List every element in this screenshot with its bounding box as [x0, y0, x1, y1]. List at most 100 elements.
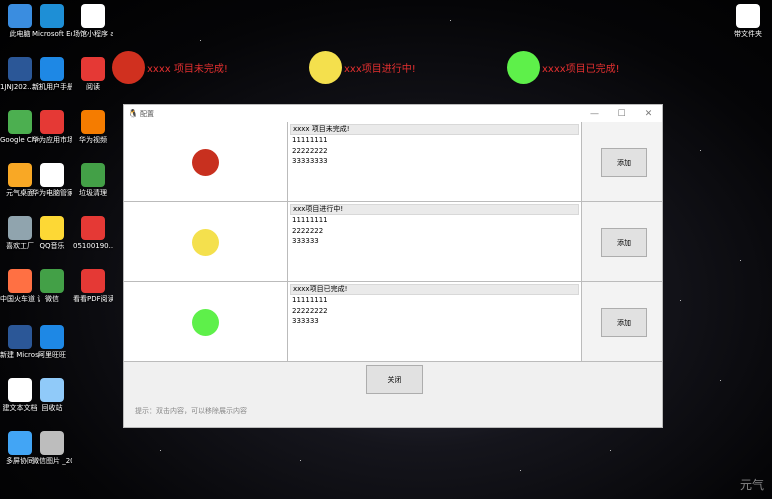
list-item[interactable]: 333333: [288, 236, 581, 247]
status-cell: [124, 202, 288, 282]
dialog-titlebar[interactable]: 🐧 配置 — ☐ ✕: [124, 105, 662, 122]
book-icon: [40, 57, 64, 81]
red-status-dot: [112, 51, 145, 84]
list-item[interactable]: 2222222: [288, 226, 581, 237]
status-indicator-green: [192, 309, 219, 336]
pdf-icon: [81, 216, 105, 240]
watermark: 元气: [739, 478, 764, 492]
list-header: xxx项目进行中!: [290, 204, 579, 215]
legend-done: xxxx项目已完成!: [507, 51, 620, 84]
content-list[interactable]: xxxx 项目未完成! 11111111 22222222 33333333: [288, 122, 582, 202]
photo-icon: [40, 431, 64, 455]
desktop-icon-label: 微信: [45, 295, 59, 303]
add-button[interactable]: 添加: [601, 228, 647, 257]
desktop-icon-label: QQ音乐: [39, 242, 65, 250]
desktop-icon[interactable]: 华为电脑管家: [32, 163, 72, 198]
computer-icon: [8, 4, 32, 28]
word-icon: [8, 57, 32, 81]
status-row-done: xxxx项目已完成! 11111111 22222222 333333 添加: [124, 282, 662, 362]
close-button[interactable]: 关闭: [366, 365, 423, 394]
desktop-icon-label: 阅读: [86, 83, 100, 91]
list-item[interactable]: 33333333: [288, 156, 581, 167]
action-cell: 添加: [582, 122, 662, 202]
status-cell: [124, 122, 288, 202]
green-status-dot: [507, 51, 540, 84]
add-button[interactable]: 添加: [601, 308, 647, 337]
list-header: xxxx 项目未完成!: [290, 124, 579, 135]
desktop-icon[interactable]: 新机用户手册: [32, 57, 72, 92]
desktop-icon-label: Microsoft Edge: [32, 30, 72, 38]
desktop-icon[interactable]: Microsoft Edge: [32, 4, 72, 39]
folder-cat-icon: [736, 4, 760, 28]
file-icon: [81, 4, 105, 28]
reader-icon: [81, 57, 105, 81]
desktop-icon[interactable]: 微信: [32, 269, 72, 304]
desktop-icon[interactable]: 微信图片 _2022011...: [32, 431, 72, 466]
huawei-video-icon: [81, 110, 105, 134]
pdf-reader-icon: [81, 269, 105, 293]
list-item[interactable]: 11111111: [288, 295, 581, 306]
yellow-status-dot: [309, 51, 342, 84]
desktop-icon-label: 华为视频: [79, 136, 107, 144]
status-cell: [124, 282, 288, 362]
chrome-icon: [8, 110, 32, 134]
desktop-icon-label: 05100190...: [73, 242, 113, 250]
list-item[interactable]: 11111111: [288, 135, 581, 146]
cleanup-icon: [81, 163, 105, 187]
desktop-icon-label: 华为电脑管家: [32, 189, 72, 197]
list-item[interactable]: 22222222: [288, 306, 581, 317]
status-row-not-done: xxxx 项目未完成! 11111111 22222222 33333333 添…: [124, 122, 662, 202]
hint-text: 提示：双击内容，可以移除展示内容: [135, 407, 247, 415]
list-item[interactable]: 333333: [288, 316, 581, 327]
word-icon: [8, 325, 32, 349]
dialog-title: 配置: [140, 109, 154, 118]
factory-icon: [8, 216, 32, 240]
qqmusic-icon: [40, 216, 64, 240]
desktop-icon[interactable]: 华为视频: [73, 110, 113, 145]
desktop-icon-label: 场馆小程序 app(安卓...: [73, 30, 113, 38]
add-button[interactable]: 添加: [601, 148, 647, 177]
text-doc-icon: [8, 378, 32, 402]
aliwangwang-icon: [40, 325, 64, 349]
huawei-appgallery-icon: [40, 110, 64, 134]
desktop-icon-label: 回收站: [41, 404, 63, 412]
desktop-icon[interactable]: 回收站: [32, 378, 72, 413]
desktop-icon-label: 微信图片 _2022011...: [32, 457, 72, 465]
desktop-icon-label: 新机用户手册: [32, 83, 72, 91]
action-cell: 添加: [582, 282, 662, 362]
desktop-icon[interactable]: 场馆小程序 app(安卓...: [73, 4, 113, 39]
legend-label-done: xxxx项目已完成!: [542, 64, 620, 75]
desktop-icon-label: 华为应用市场: [32, 136, 72, 144]
desktop-icon[interactable]: 垃圾清理: [73, 163, 113, 198]
list-header: xxxx项目已完成!: [290, 284, 579, 295]
desktop-icon[interactable]: 阅读: [73, 57, 113, 92]
multiscreen-icon: [8, 431, 32, 455]
content-list[interactable]: xxxx项目已完成! 11111111 22222222 333333: [288, 282, 582, 362]
yuanqi-icon: [8, 163, 32, 187]
minimize-icon[interactable]: —: [581, 109, 608, 119]
maximize-icon[interactable]: ☐: [608, 109, 635, 119]
list-item[interactable]: 22222222: [288, 146, 581, 157]
legend-label-in-progress: xxx项目进行中!: [344, 64, 416, 75]
desktop-icon[interactable]: QQ音乐: [32, 216, 72, 251]
desktop-icon-label: 阿里旺旺: [38, 351, 66, 359]
desktop-icon[interactable]: 看看PDF阅读器: [73, 269, 113, 304]
desktop-icon[interactable]: 阿里旺旺: [32, 325, 72, 360]
list-item[interactable]: 11111111: [288, 215, 581, 226]
status-indicator-yellow: [192, 229, 219, 256]
app-icon: 🐧: [128, 109, 138, 118]
desktop-icon[interactable]: 华为应用市场: [32, 110, 72, 145]
pc-manager-icon: [40, 163, 64, 187]
status-indicator-red: [192, 149, 219, 176]
status-row-in-progress: xxx项目进行中! 11111111 2222222 333333 添加: [124, 202, 662, 282]
train-icon: [8, 269, 32, 293]
close-icon[interactable]: ✕: [635, 109, 662, 119]
desktop-icon[interactable]: 05100190...: [73, 216, 113, 251]
desktop-icon[interactable]: 带文件夹: [728, 4, 768, 39]
edge-icon: [40, 4, 64, 28]
desktop-icon-label: 看看PDF阅读器: [73, 295, 113, 303]
legend-label-not-done: xxxx 项目未完成!: [147, 64, 228, 75]
recycle-bin-icon: [40, 378, 64, 402]
wechat-icon: [40, 269, 64, 293]
content-list[interactable]: xxx项目进行中! 11111111 2222222 333333: [288, 202, 582, 282]
